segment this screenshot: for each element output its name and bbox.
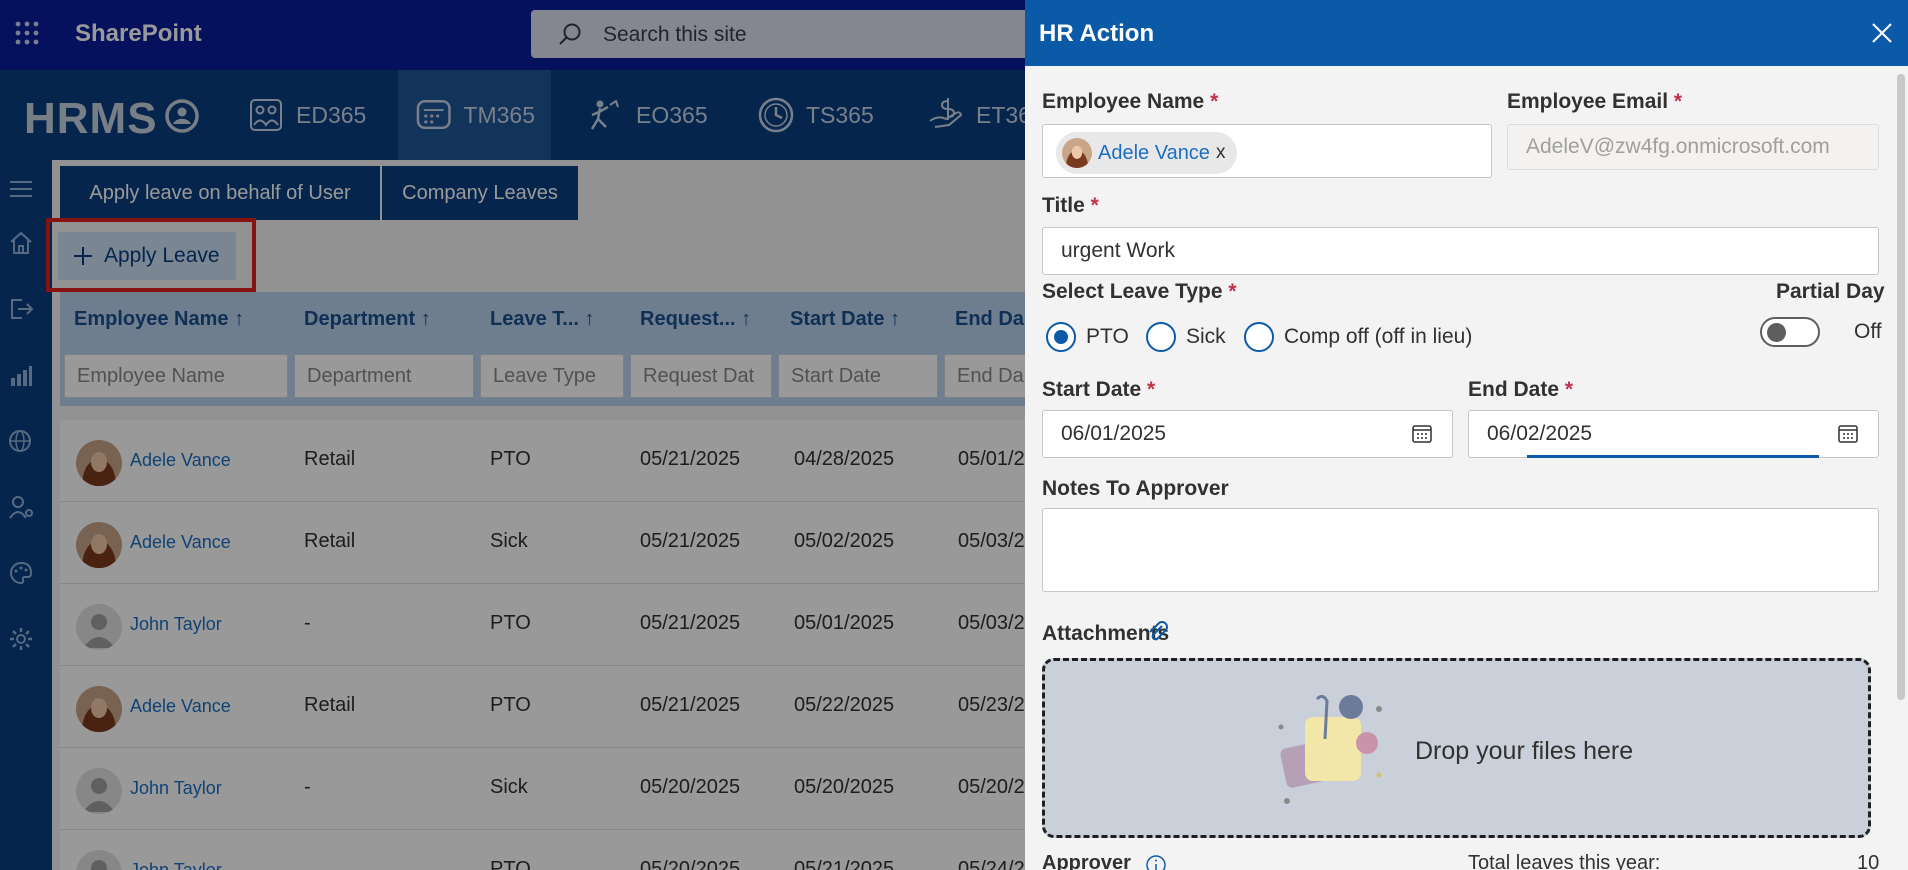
title-label: Title *	[1042, 194, 1099, 217]
calendar-icon[interactable]	[1411, 423, 1433, 445]
hr-action-panel: HR Action Employee Name * Adele Vance x …	[1025, 0, 1908, 870]
partial-day-toggle[interactable]	[1760, 317, 1820, 347]
employee-chip: Adele Vance x	[1056, 132, 1238, 174]
partial-day-label: Partial Day	[1776, 280, 1885, 303]
total-leaves-value: 10	[1857, 852, 1880, 870]
radio-selected-icon	[1046, 322, 1076, 352]
panel-scrollbar[interactable]	[1897, 74, 1905, 700]
employee-email-label: Employee Email *	[1507, 90, 1683, 113]
radio-comp-off[interactable]: Comp off (off in lieu)	[1244, 322, 1472, 352]
drop-zone-text: Drop your files here	[1415, 737, 1634, 765]
end-date-field[interactable]: 06/02/2025	[1468, 410, 1879, 458]
employee-name-label: Employee Name *	[1042, 90, 1219, 113]
leave-type-label: Select Leave Type *	[1042, 280, 1237, 303]
focus-underline	[1527, 455, 1819, 458]
approver-label: Approver	[1042, 852, 1131, 870]
modal-overlay[interactable]	[0, 0, 1025, 870]
start-date-label: Start Date *	[1042, 378, 1156, 401]
close-icon[interactable]	[1871, 22, 1893, 44]
total-leaves-label: Total leaves this year:	[1468, 852, 1661, 870]
chip-remove-button[interactable]: x	[1216, 142, 1226, 164]
upload-illustration-icon	[1278, 694, 1382, 804]
title-field[interactable]: urgent Work	[1042, 227, 1879, 275]
panel-title: HR Action	[1039, 20, 1155, 47]
radio-icon	[1244, 322, 1274, 352]
employee-picker[interactable]: Adele Vance x	[1042, 124, 1492, 178]
info-icon[interactable]	[1145, 854, 1167, 870]
radio-sick[interactable]: Sick	[1146, 322, 1226, 352]
radio-pto[interactable]: PTO	[1046, 322, 1129, 352]
employee-email-field: AdeleV@zw4fg.onmicrosoft.com	[1507, 124, 1879, 170]
employee-chip-name: Adele Vance	[1098, 141, 1210, 164]
file-drop-zone[interactable]: Drop your files here	[1042, 658, 1871, 838]
calendar-icon[interactable]	[1837, 423, 1859, 445]
paperclip-icon[interactable]	[1145, 620, 1171, 646]
notes-textarea[interactable]	[1042, 508, 1879, 592]
avatar	[1062, 138, 1092, 168]
start-date-field[interactable]: 06/01/2025	[1042, 410, 1453, 458]
end-date-label: End Date *	[1468, 378, 1574, 401]
panel-header: HR Action	[1025, 0, 1908, 66]
radio-icon	[1146, 322, 1176, 352]
notes-label: Notes To Approver	[1042, 477, 1229, 500]
partial-day-state: Off	[1854, 320, 1882, 343]
